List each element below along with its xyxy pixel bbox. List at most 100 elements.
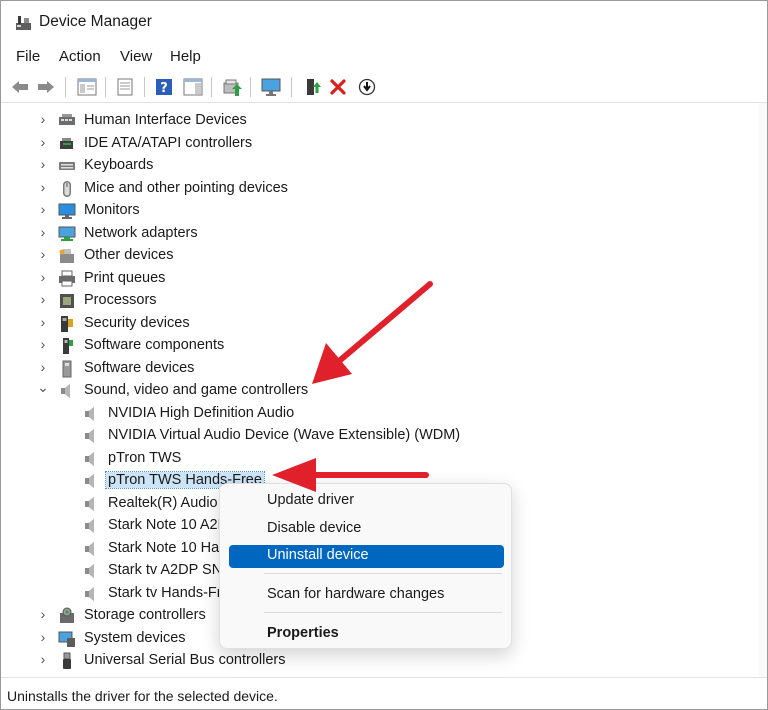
tree-category-label: Software components xyxy=(84,337,225,353)
forward-icon[interactable] xyxy=(34,75,58,99)
tree-category-row[interactable]: › Universal Serial Bus controllers xyxy=(6,650,746,672)
chevron-right-icon[interactable]: › xyxy=(37,270,49,284)
menu-item-label: Update driver xyxy=(267,492,355,508)
chevron-right-icon[interactable]: › xyxy=(37,630,49,644)
processor-icon xyxy=(58,292,76,310)
tree-category-row[interactable]: › Security devices xyxy=(6,313,746,335)
menu-item-scan-for-hardware-changes[interactable]: Scan for hardware changes xyxy=(229,584,504,607)
tree-device-row[interactable]: pTron TWS xyxy=(6,448,746,470)
chevron-right-icon[interactable]: › xyxy=(37,337,49,351)
list-view-icon[interactable] xyxy=(113,75,137,99)
chevron-right-icon[interactable]: › xyxy=(37,225,49,239)
remove-device-icon[interactable] xyxy=(326,75,350,99)
back-icon[interactable] xyxy=(8,75,32,99)
enable-device-icon[interactable] xyxy=(300,75,324,99)
menu-action[interactable]: Action xyxy=(59,48,101,65)
menu-item-update-driver[interactable]: Update driver xyxy=(229,490,504,513)
tree-category-row[interactable]: › Human Interface Devices xyxy=(6,110,746,132)
chevron-right-icon[interactable]: › xyxy=(37,607,49,621)
menu-view[interactable]: View xyxy=(120,48,152,65)
menu-help[interactable]: Help xyxy=(170,48,201,65)
tree-category-row[interactable]: › Keyboards xyxy=(6,155,746,177)
chevron-right-icon[interactable]: › xyxy=(37,180,49,194)
keyboard-icon xyxy=(58,157,76,175)
chevron-right-icon[interactable]: › xyxy=(37,135,49,149)
tree-device-label: Realtek(R) Audio xyxy=(108,494,218,511)
chevron-right-icon[interactable]: › xyxy=(37,157,49,171)
menu-item-label: Scan for hardware changes xyxy=(267,586,445,602)
properties-pane-icon[interactable] xyxy=(75,75,99,99)
chevron-right-icon[interactable]: › xyxy=(37,315,49,329)
speaker-icon xyxy=(82,562,100,580)
menu-item-disable-device[interactable]: Disable device xyxy=(229,518,504,541)
tree-category-row[interactable]: › Monitors xyxy=(6,200,746,222)
vertical-scrollbar[interactable] xyxy=(759,103,767,677)
menu-item-uninstall-device[interactable]: Uninstall device xyxy=(229,545,504,568)
tree-device-row[interactable]: NVIDIA High Definition Audio xyxy=(6,403,746,425)
tree-device-row[interactable]: NVIDIA Virtual Audio Device (Wave Extens… xyxy=(6,425,746,447)
chevron-down-icon[interactable]: ⌄ xyxy=(37,380,49,394)
speaker-icon xyxy=(82,427,100,445)
device-manager-icon xyxy=(16,16,31,30)
system-devices-icon xyxy=(58,630,76,648)
tree-category-row[interactable]: › Software devices xyxy=(6,358,746,380)
ide-controller-icon xyxy=(58,135,76,153)
chevron-right-icon[interactable]: › xyxy=(37,652,49,666)
tree-category-row[interactable]: › Software components xyxy=(6,335,746,357)
action-pane-icon[interactable] xyxy=(181,75,205,99)
tree-device-label: pTron TWS xyxy=(108,449,182,466)
software-device-icon xyxy=(58,360,76,378)
tree-category-row[interactable]: › Processors xyxy=(6,290,746,312)
tree-category-label: Monitors xyxy=(84,202,140,218)
speaker-icon xyxy=(82,450,100,468)
menu-separator xyxy=(264,573,502,574)
chevron-right-icon[interactable]: › xyxy=(37,292,49,306)
network-adapter-icon xyxy=(58,225,76,243)
tree-category-row[interactable]: › IDE ATA/ATAPI controllers xyxy=(6,133,746,155)
toolbar-separator xyxy=(250,77,251,97)
storage-controller-icon xyxy=(58,607,76,625)
help-icon[interactable]: ? xyxy=(152,75,176,99)
toolbar-separator xyxy=(105,77,106,97)
speaker-icon xyxy=(82,405,100,423)
chevron-right-icon[interactable]: › xyxy=(37,247,49,261)
tree-category-row[interactable]: › Print queues xyxy=(6,268,746,290)
tree-category-row[interactable]: ⌄ Sound, video and game controllers xyxy=(6,380,746,402)
tree-category-label: Sound, video and game controllers xyxy=(84,382,309,398)
tree-category-label: IDE ATA/ATAPI controllers xyxy=(84,134,253,151)
menu-separator xyxy=(264,612,502,613)
speaker-icon xyxy=(82,472,100,490)
tree-category-label: Software devices xyxy=(84,359,195,376)
menu-bar: File Action View Help xyxy=(1,43,767,71)
chevron-right-icon[interactable]: › xyxy=(37,112,49,126)
tree-category-row[interactable]: › Network adapters xyxy=(6,223,746,245)
tree-category-label: Security devices xyxy=(84,314,190,331)
speaker-icon xyxy=(82,540,100,558)
status-bar: Uninstalls the driver for the selected d… xyxy=(1,677,767,709)
tree-device-label: Stark Note 10 A2D xyxy=(108,517,229,533)
tree-category-label: Storage controllers xyxy=(84,607,206,623)
menu-item-label: Disable device xyxy=(267,520,362,536)
scan-monitor-icon[interactable] xyxy=(259,75,283,99)
speaker-icon xyxy=(58,382,76,400)
tree-category-label: System devices xyxy=(84,629,186,646)
tree-category-row[interactable]: › Mice and other pointing devices xyxy=(6,178,746,200)
chevron-right-icon[interactable]: › xyxy=(37,360,49,374)
toolbar-separator xyxy=(144,77,145,97)
toolbar: ? xyxy=(1,71,767,103)
menu-item-properties[interactable]: Properties xyxy=(229,623,504,646)
svg-text:?: ? xyxy=(160,81,168,96)
tree-category-label: Universal Serial Bus controllers xyxy=(84,652,286,668)
mouse-icon xyxy=(58,180,76,198)
chevron-right-icon[interactable]: › xyxy=(37,202,49,216)
download-circle-icon[interactable] xyxy=(355,75,379,99)
tree-category-label: Mice and other pointing devices xyxy=(84,179,288,196)
tree-category-label: Network adapters xyxy=(84,224,198,241)
menu-file[interactable]: File xyxy=(16,48,40,65)
tree-device-label: NVIDIA Virtual Audio Device (Wave Extens… xyxy=(108,427,461,443)
hid-icon xyxy=(58,112,76,130)
tree-category-row[interactable]: › Other devices xyxy=(6,245,746,267)
update-driver-icon[interactable] xyxy=(220,75,244,99)
tree-category-label: Other devices xyxy=(84,247,174,263)
speaker-icon xyxy=(82,585,100,603)
